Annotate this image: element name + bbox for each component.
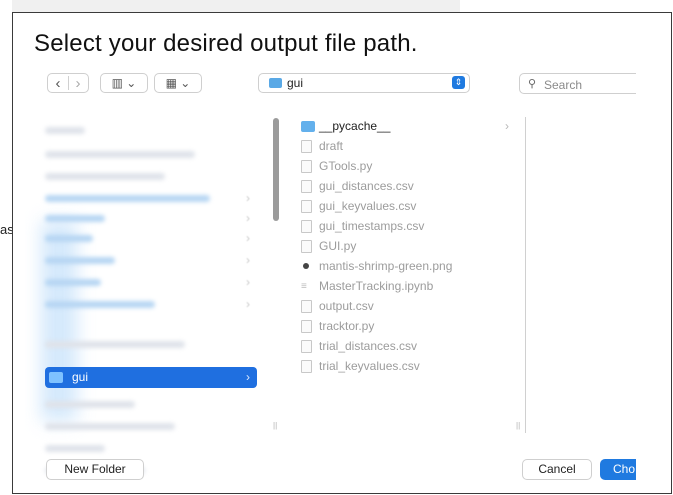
sidebar-blurred-highlight bbox=[41, 221, 77, 421]
chevron-right-icon: › bbox=[246, 211, 250, 225]
folder-icon bbox=[49, 372, 63, 383]
sidebar-blurred-item[interactable] bbox=[45, 445, 105, 452]
chevron-right-icon: › bbox=[246, 231, 250, 245]
file-icon bbox=[301, 160, 312, 173]
dialog-prompt-title: Select your desired output file path. bbox=[34, 30, 418, 57]
file-icon bbox=[301, 320, 312, 333]
notebook-file-icon: ≡ bbox=[301, 281, 307, 292]
folder-icon bbox=[269, 78, 282, 88]
list-item[interactable]: trial_keyvalues.csv bbox=[293, 357, 517, 376]
sidebar-blurred-item[interactable] bbox=[45, 173, 165, 180]
file-name: MasterTracking.ipynb bbox=[319, 279, 434, 293]
view-group-button[interactable]: ▦ ⌄ bbox=[154, 73, 202, 93]
file-save-dialog: Select your desired output file path. ‹ … bbox=[12, 12, 672, 494]
list-item[interactable]: trial_distances.csv bbox=[293, 337, 517, 356]
file-name: output.csv bbox=[319, 299, 374, 313]
search-icon: ⚲ bbox=[528, 78, 537, 90]
file-name: draft bbox=[319, 139, 344, 153]
choose-button[interactable]: Cho bbox=[600, 459, 636, 480]
forward-arrow-icon[interactable]: › bbox=[68, 75, 88, 92]
sidebar-blurred-item[interactable] bbox=[45, 423, 175, 430]
file-icon bbox=[301, 180, 312, 193]
file-name: trial_distances.csv bbox=[319, 339, 418, 353]
sidebar-blurred-item[interactable] bbox=[45, 215, 105, 222]
file-list-column: __pycache__ › draft GTools.py gui_distan… bbox=[293, 117, 519, 437]
list-item[interactable]: GUI.py bbox=[293, 237, 517, 256]
path-popup-button[interactable]: gui ⇕ bbox=[258, 73, 470, 93]
sidebar-blurred-item[interactable] bbox=[45, 401, 135, 408]
nav-button-group: ‹ › bbox=[47, 73, 89, 93]
list-item[interactable]: ≡ MasterTracking.ipynb bbox=[293, 277, 517, 296]
nav-divider bbox=[68, 76, 69, 90]
sidebar-blurred-header bbox=[45, 127, 85, 134]
cancel-button[interactable]: Cancel bbox=[522, 459, 592, 480]
file-icon bbox=[301, 220, 312, 233]
new-folder-button[interactable]: New Folder bbox=[46, 459, 144, 480]
list-item[interactable]: __pycache__ › bbox=[293, 117, 517, 136]
list-item[interactable]: mantis-shrimp-green.png bbox=[293, 257, 517, 276]
file-icon bbox=[301, 300, 312, 313]
image-file-icon bbox=[301, 260, 312, 273]
sidebar-blurred-item[interactable] bbox=[45, 257, 115, 264]
file-browser-sheet: ‹ › ▥ ⌄ ▦ ⌄ gui ⇕ ⚲ › › bbox=[25, 61, 636, 493]
column-divider bbox=[525, 117, 526, 433]
column-resize-handle[interactable]: || bbox=[516, 421, 520, 430]
sidebar-item-label: gui bbox=[72, 370, 89, 384]
sidebar: › › › › › › gui › bbox=[25, 111, 265, 481]
list-item[interactable]: GTools.py bbox=[293, 157, 517, 176]
chevron-right-icon: › bbox=[246, 253, 250, 267]
view-columns-button[interactable]: ▥ ⌄ bbox=[100, 73, 148, 93]
file-name: GTools.py bbox=[319, 159, 373, 173]
sidebar-blurred-item[interactable] bbox=[45, 301, 155, 308]
sidebar-blurred-item[interactable] bbox=[45, 235, 93, 242]
file-name: __pycache__ bbox=[319, 119, 391, 133]
background-clipped-text: as bbox=[0, 222, 12, 237]
search-field[interactable]: ⚲ bbox=[519, 73, 636, 94]
list-item[interactable]: tracktor.py bbox=[293, 317, 517, 336]
columns-view-icon: ▥ ⌄ bbox=[111, 76, 137, 90]
list-item[interactable]: draft bbox=[293, 137, 517, 156]
file-icon bbox=[301, 200, 312, 213]
file-icon bbox=[301, 240, 312, 253]
chevron-right-icon: › bbox=[246, 191, 250, 205]
file-icon bbox=[301, 360, 312, 373]
sidebar-blurred-item[interactable] bbox=[45, 341, 185, 348]
sidebar-scrollbar-thumb[interactable] bbox=[273, 118, 279, 221]
background-window-strip bbox=[0, 0, 12, 495]
file-name: tracktor.py bbox=[319, 319, 375, 333]
chevron-right-icon: › bbox=[246, 275, 250, 289]
list-item[interactable]: output.csv bbox=[293, 297, 517, 316]
file-name: gui_keyvalues.csv bbox=[319, 199, 417, 213]
sidebar-item-gui[interactable]: gui › bbox=[45, 367, 257, 388]
chevron-right-icon: › bbox=[246, 370, 250, 384]
search-input[interactable] bbox=[542, 75, 636, 94]
sidebar-blurred-item[interactable] bbox=[45, 151, 195, 158]
background-window-edge bbox=[0, 0, 460, 12]
file-name: mantis-shrimp-green.png bbox=[319, 259, 453, 273]
grid-view-icon: ▦ ⌄ bbox=[165, 76, 191, 90]
column-resize-handle[interactable]: || bbox=[273, 421, 277, 430]
chevron-right-icon: › bbox=[505, 119, 509, 133]
file-name: gui_distances.csv bbox=[319, 179, 414, 193]
sidebar-blurred-item[interactable] bbox=[45, 195, 210, 202]
chevron-right-icon: › bbox=[246, 297, 250, 311]
list-item[interactable]: gui_timestamps.csv bbox=[293, 217, 517, 236]
folder-icon bbox=[301, 121, 315, 132]
list-item[interactable]: gui_keyvalues.csv bbox=[293, 197, 517, 216]
file-icon bbox=[301, 140, 312, 153]
file-name: GUI.py bbox=[319, 239, 357, 253]
up-down-stepper-icon: ⇕ bbox=[452, 76, 465, 89]
sidebar-blurred-item[interactable] bbox=[45, 279, 101, 286]
list-item[interactable]: gui_distances.csv bbox=[293, 177, 517, 196]
file-name: gui_timestamps.csv bbox=[319, 219, 425, 233]
file-name: trial_keyvalues.csv bbox=[319, 359, 420, 373]
path-current-folder: gui bbox=[287, 76, 304, 90]
back-arrow-icon[interactable]: ‹ bbox=[48, 75, 68, 92]
file-icon bbox=[301, 340, 312, 353]
